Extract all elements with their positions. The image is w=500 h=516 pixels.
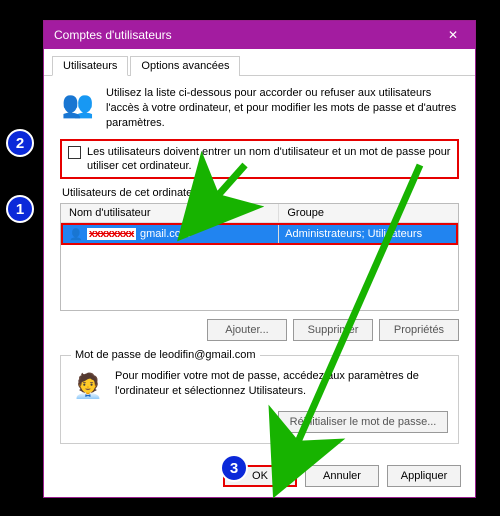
badge-2: 2 — [6, 129, 34, 157]
username-redacted: xxxxxxxx — [87, 228, 136, 240]
user-icon: 👤 — [69, 227, 83, 241]
row-group: Administrateurs; Utilisateurs — [279, 226, 456, 242]
tab-users[interactable]: Utilisateurs — [52, 56, 128, 76]
password-legend: Mot de passe de leodifin@gmail.com — [71, 349, 260, 361]
badge-1: 1 — [6, 195, 34, 223]
intro-text: Utilisez la liste ci-dessous pour accord… — [106, 86, 459, 131]
close-button[interactable]: ✕ — [431, 21, 475, 49]
remove-button[interactable]: Supprimer — [293, 319, 373, 341]
properties-button[interactable]: Propriétés — [379, 319, 459, 341]
tab-strip: Utilisateurs Options avancées — [44, 49, 475, 76]
user-list-caption: Utilisateurs de cet ordinateur : — [62, 187, 459, 199]
col-group[interactable]: Groupe — [279, 204, 458, 222]
tab-advanced[interactable]: Options avancées — [130, 56, 240, 76]
dialog-buttons: OK Annuler Appliquer — [223, 465, 461, 487]
key-user-icon: 🧑‍💼 — [71, 369, 105, 403]
title-bar: Comptes d'utilisateurs ✕ — [44, 21, 475, 49]
badge-3: 3 — [220, 454, 248, 482]
table-row[interactable]: 👤 xxxxxxxx gmail.com Administrateurs; Uti… — [61, 223, 458, 245]
require-password-checkbox[interactable] — [68, 146, 81, 159]
require-password-row[interactable]: Les utilisateurs doivent entrer un nom d… — [60, 139, 459, 180]
password-group: Mot de passe de leodifin@gmail.com 🧑‍💼 P… — [60, 349, 459, 444]
user-list[interactable]: Nom d'utilisateur Groupe 👤 xxxxxxxx gmail… — [60, 203, 459, 311]
reset-password-button[interactable]: Réinitialiser le mot de passe... — [278, 411, 448, 433]
add-button[interactable]: Ajouter... — [207, 319, 287, 341]
window-title: Comptes d'utilisateurs — [54, 28, 172, 42]
password-text: Pour modifier votre mot de passe, accéde… — [115, 369, 448, 399]
apply-button[interactable]: Appliquer — [387, 465, 461, 487]
user-accounts-window: Comptes d'utilisateurs ✕ Utilisateurs Op… — [43, 20, 476, 498]
list-buttons: Ajouter... Supprimer Propriétés — [60, 319, 459, 341]
require-password-label: Les utilisateurs doivent entrer un nom d… — [87, 145, 451, 174]
close-icon: ✕ — [448, 28, 458, 42]
cancel-button[interactable]: Annuler — [305, 465, 379, 487]
dialog-body: 👥 Utilisez la liste ci-dessous pour acco… — [44, 76, 475, 454]
list-header: Nom d'utilisateur Groupe — [61, 204, 458, 223]
username-suffix: gmail.com — [140, 228, 190, 240]
col-username[interactable]: Nom d'utilisateur — [61, 204, 279, 222]
users-icon: 👥 — [60, 86, 96, 122]
